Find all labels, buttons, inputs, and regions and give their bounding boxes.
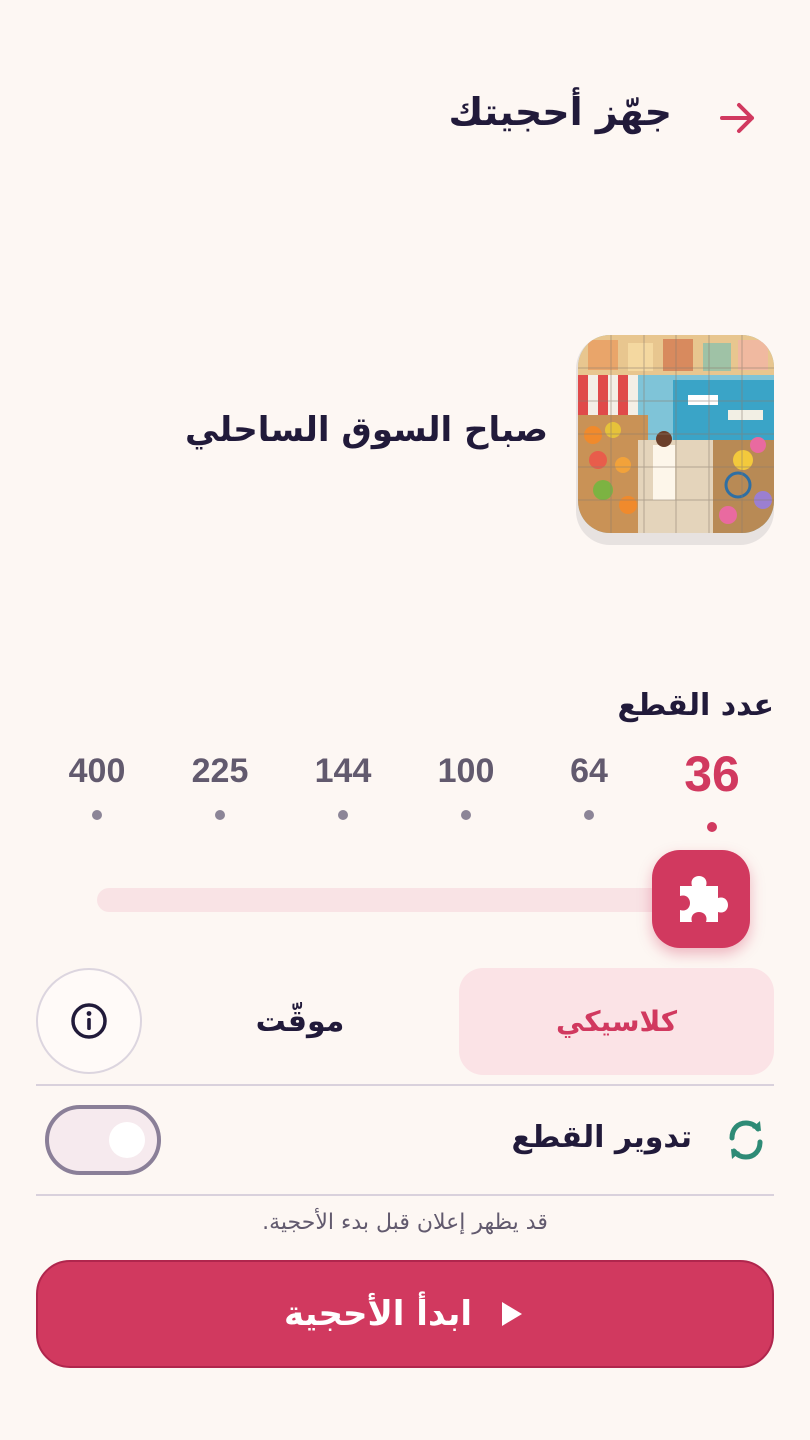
rotate-pieces-label: تدوير القطع (511, 1120, 692, 1155)
rotate-icon (724, 1116, 768, 1164)
piece-count-label: عدد القطع (617, 688, 774, 723)
start-button-label: ابدأ الأحجية (283, 1294, 473, 1334)
info-icon (71, 1003, 107, 1039)
puzzle-name: صباح السوق الساحلي (185, 410, 548, 450)
tick-dot (215, 810, 225, 820)
rotate-pieces-toggle[interactable] (45, 1105, 161, 1175)
piece-slider-thumb[interactable] (652, 850, 750, 948)
mode-timed-tab[interactable]: موقّت (160, 968, 440, 1075)
ad-notice: قد يظهر إعلان قبل بدء الأحجية. (262, 1210, 548, 1235)
puzzle-image (578, 335, 774, 533)
divider (36, 1084, 774, 1086)
tick-dot (92, 810, 102, 820)
piece-slider-track[interactable] (97, 888, 697, 912)
piece-option-144[interactable]: 144 (293, 752, 393, 791)
piece-option-225[interactable]: 225 (170, 752, 270, 791)
piece-option-100[interactable]: 100 (416, 752, 516, 791)
play-icon (502, 1302, 523, 1326)
tick-dot (338, 810, 348, 820)
piece-option-36[interactable]: 36 (662, 745, 762, 803)
puzzle-piece-icon (680, 876, 728, 922)
piece-option-64[interactable]: 64 (539, 752, 639, 791)
piece-option-400[interactable]: 400 (47, 752, 147, 791)
page-title: جهّز أحجيتك (448, 90, 672, 134)
toggle-knob (109, 1122, 145, 1158)
tick-dot (461, 810, 471, 820)
mode-classic-tab[interactable]: كلاسيكي (459, 968, 774, 1075)
start-puzzle-button[interactable]: ابدأ الأحجية (36, 1260, 774, 1368)
puzzle-thumbnail (576, 335, 774, 545)
tick-dot (707, 822, 717, 832)
tick-dot (584, 810, 594, 820)
info-button[interactable] (36, 968, 142, 1074)
divider (36, 1194, 774, 1196)
back-button[interactable] (714, 94, 762, 142)
arrow-right-icon (720, 103, 754, 133)
